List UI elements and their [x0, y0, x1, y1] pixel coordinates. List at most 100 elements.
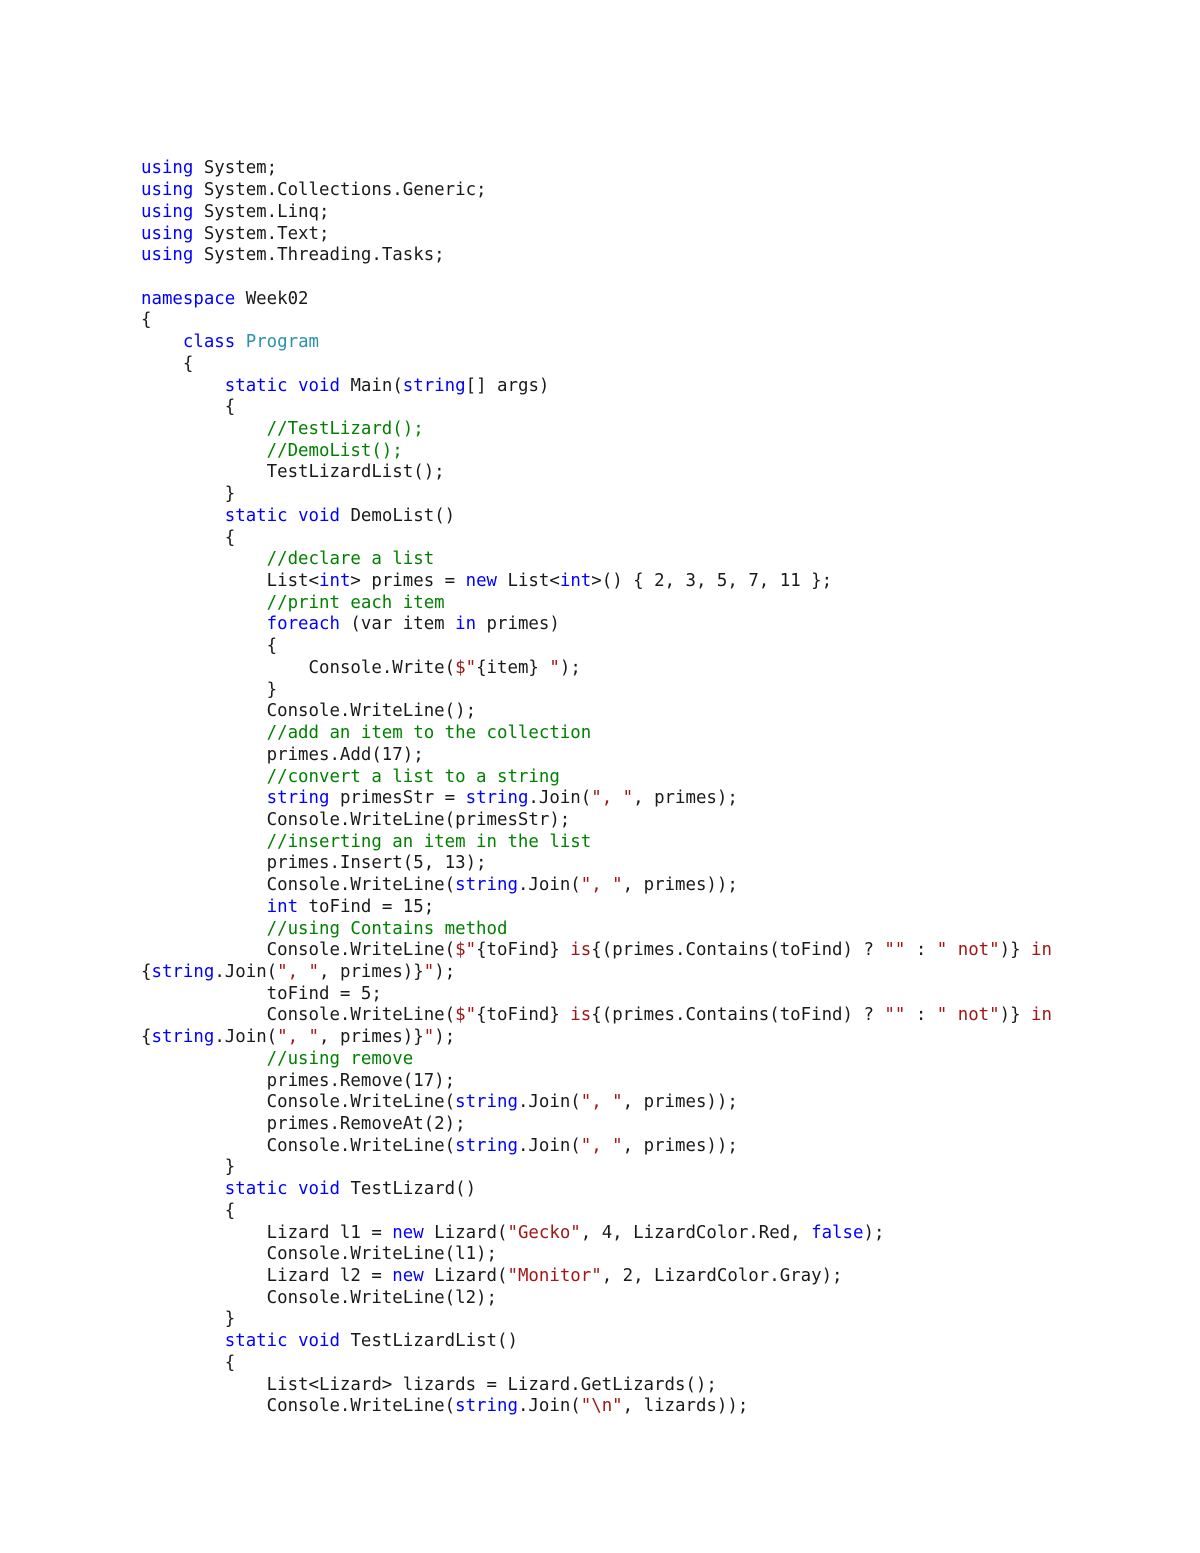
code-line: primes.Add(17); [141, 745, 1061, 767]
code-token-keyword: void [298, 375, 340, 396]
code-token-plain: > primes = [350, 571, 466, 592]
code-token-plain: .Join( [214, 1027, 278, 1048]
code-token-string: ", " [277, 1027, 320, 1048]
code-line: Console.WriteLine(l2); [141, 1288, 1061, 1310]
code-token-plain: Console.WriteLine(); [141, 701, 477, 722]
code-token-plain: { [141, 397, 236, 418]
code-token-plain: TestLizardList(); [141, 462, 445, 483]
code-token-plain: {(primes.Contains(toFind) ? [591, 1005, 885, 1026]
code-token-plain: { [141, 310, 152, 331]
code-token-comment: //inserting an item in the list [266, 831, 592, 852]
code-line: Console.WriteLine(string.Join("\n", liza… [141, 1396, 1061, 1418]
code-line: //TestLizard(); [141, 419, 1061, 441]
code-line: using System; [141, 158, 1061, 180]
code-token-type: Program [245, 332, 320, 353]
code-token-plain: , primes); [633, 788, 738, 809]
code-token-string: "Gecko" [507, 1222, 581, 1243]
code-token-keyword: using [141, 223, 194, 244]
code-token-plain: .Join( [214, 961, 278, 982]
code-token-plain: System.Text; [193, 223, 330, 244]
code-token-keyword: false [811, 1222, 864, 1243]
code-token-keyword: foreach [266, 614, 340, 635]
code-token-plain: : [905, 1005, 937, 1026]
document-page: using System; using System.Collections.Ge… [0, 0, 1200, 1553]
code-token-plain: , primes)); [622, 875, 738, 896]
code-token-string: ", " [277, 961, 320, 982]
code-token-string: ", " [580, 1092, 623, 1113]
code-line: Console.WriteLine(primesStr); [141, 810, 1061, 832]
code-line: Console.WriteLine(string.Join(", ", prim… [141, 1092, 1061, 1114]
code-line: primes.Remove(17); [141, 1071, 1061, 1093]
code-token-plain: (var item [339, 614, 456, 635]
code-token-plain: , lizards)); [622, 1396, 749, 1417]
code-token-plain: Console.WriteLine(primesStr); [141, 809, 571, 830]
code-line: int toFind = 15; [141, 897, 1061, 919]
code-line: { [141, 1201, 1061, 1223]
code-token-comment: //convert a list to a string [266, 766, 560, 787]
code-line: Console.WriteLine(string.Join(", ", prim… [141, 875, 1061, 897]
code-line: static void Main(string[] args) [141, 376, 1061, 398]
code-line: Console.WriteLine($"{toFind} is{(primes.… [141, 940, 1061, 983]
code-token-plain: Console.WriteLine(l2); [141, 1287, 497, 1308]
code-token-keyword: using [141, 180, 194, 201]
code-line: } [141, 680, 1061, 702]
code-token-keyword: int [559, 571, 592, 592]
code-token-string: $" [455, 1005, 477, 1026]
code-token-keyword: string [266, 788, 330, 809]
code-token-plain: { [141, 527, 236, 548]
code-line: //print each item [141, 593, 1061, 615]
code-token-keyword: string [455, 1135, 518, 1156]
code-line: Console.Write($"{item} "); [141, 658, 1061, 680]
code-token-keyword: void [298, 1331, 340, 1352]
code-token-plain: Week02 [235, 288, 309, 309]
code-line: Console.WriteLine(l1); [141, 1244, 1061, 1266]
code-token-string: $" [455, 657, 477, 678]
code-token-string: " [423, 1027, 435, 1048]
code-token-plain: Console.WriteLine( [141, 875, 456, 896]
code-line: using System.Threading.Tasks; [141, 245, 1061, 267]
code-token-string: "Monitor" [507, 1266, 602, 1287]
code-token-keyword: using [141, 158, 194, 179]
code-token-plain: Console.WriteLine( [141, 1396, 456, 1417]
code-token-plain: { [141, 1027, 152, 1048]
code-line: static void TestLizard() [141, 1179, 1061, 1201]
code-token-plain: .Join( [517, 1092, 581, 1113]
code-token-string: ", " [591, 788, 634, 809]
code-token-string: in [1020, 1005, 1063, 1026]
code-line: { [141, 354, 1061, 376]
code-token-plain: )} [999, 1005, 1021, 1026]
code-line: { [141, 1353, 1061, 1375]
code-line: TestLizardList(); [141, 462, 1061, 484]
code-token-plain: System.Collections.Generic; [193, 180, 487, 201]
code-token-keyword: string [402, 375, 466, 396]
code-token-plain: primesStr = [329, 788, 466, 809]
code-token-plain: { [141, 1352, 236, 1373]
code-token-comment: //using Contains method [266, 918, 508, 939]
code-token-keyword: int [266, 896, 299, 917]
code-token-plain: , primes)} [319, 961, 424, 982]
code-line: primes.Insert(5, 13); [141, 853, 1061, 875]
code-token-plain: System.Linq; [193, 201, 330, 222]
code-token-plain: {toFind} [476, 1005, 560, 1026]
code-line: } [141, 1157, 1061, 1179]
code-token-plain: ); [559, 657, 581, 678]
code-token-plain: Main( [339, 375, 403, 396]
code-token-plain: List< [497, 571, 560, 592]
code-line: { [141, 528, 1061, 550]
code-line: //using Contains method [141, 919, 1061, 941]
code-token-string: "" [884, 1005, 906, 1026]
code-token-plain: { [141, 636, 278, 657]
code-token-plain: [] args) [465, 375, 550, 396]
code-token-plain: System.Threading.Tasks; [193, 245, 445, 266]
code-token-plain: Lizard l1 = [141, 1222, 393, 1243]
code-token-keyword: using [141, 245, 194, 266]
